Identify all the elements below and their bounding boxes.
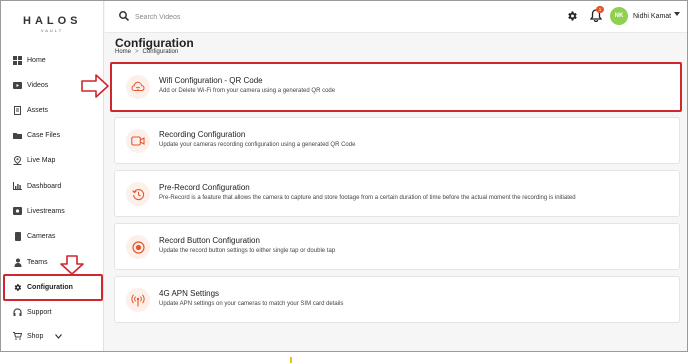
sidebar-item-label: Teams <box>27 258 48 266</box>
card-title: Recording Configuration <box>159 130 246 139</box>
page-title: Configuration <box>115 36 194 50</box>
top-bar: 1 NK Nidhi Kamat <box>105 1 687 33</box>
card-description: Pre-Record is a feature that allows the … <box>159 195 576 201</box>
annotation-arrow-right-icon <box>81 74 109 98</box>
caret-down-icon[interactable] <box>674 12 680 16</box>
notification-badge: 1 <box>596 6 604 13</box>
history-icon <box>126 182 150 206</box>
logo-text: HALOS <box>23 15 82 27</box>
sidebar-item-label: Dashboard <box>27 182 62 190</box>
camera-icon <box>13 231 22 241</box>
breadcrumb: Home > Configuration <box>115 49 178 55</box>
sidebar-item-label: Case Files <box>27 131 61 139</box>
sidebar-item-label: Shop <box>27 332 44 340</box>
sidebar-item-home[interactable]: Home <box>13 51 101 69</box>
card-4g-apn-settings[interactable]: 4G APN Settings Update APN settings on y… <box>114 276 680 323</box>
search-input[interactable] <box>135 10 335 24</box>
breadcrumb-separator: > <box>135 49 139 55</box>
card-description: Update APN settings on your cameras to m… <box>159 301 344 307</box>
chevron-down-icon[interactable] <box>55 333 63 339</box>
grid-icon <box>13 55 22 65</box>
card-pre-record-configuration[interactable]: Pre-Record Configuration Pre-Record is a… <box>114 170 680 217</box>
video-camera-icon <box>126 129 150 153</box>
document-icon <box>13 105 22 115</box>
cart-icon <box>13 332 22 340</box>
sidebar-item-case-files[interactable]: Case Files <box>13 126 101 144</box>
card-wifi-configuration[interactable]: Wifi Configuration - QR Code Add or Dele… <box>110 62 682 112</box>
logo[interactable]: HALOS VAULT <box>23 15 81 33</box>
annotation-arrow-down-icon <box>60 255 84 275</box>
sidebar-item-shop[interactable]: Shop <box>13 327 101 345</box>
folder-icon <box>13 131 22 139</box>
sidebar-item-livestreams[interactable]: Livestreams <box>13 202 101 220</box>
logo-subtext: VAULT <box>40 28 64 33</box>
sidebar-item-dashboard[interactable]: Dashboard <box>13 177 101 195</box>
map-icon <box>13 155 22 165</box>
card-description: Update the record button settings to eit… <box>159 248 336 254</box>
search-icon[interactable] <box>119 11 129 21</box>
sidebar-item-label: Support <box>27 308 52 316</box>
record-button-icon <box>126 235 150 259</box>
settings-gear-icon[interactable] <box>566 10 578 22</box>
sidebar-item-label: Home <box>27 56 46 64</box>
livestream-icon <box>13 207 22 215</box>
team-icon <box>13 258 22 267</box>
card-description: Update your cameras recording configurat… <box>159 142 356 148</box>
sidebar-item-label: Videos <box>27 81 49 89</box>
wifi-cloud-icon <box>126 75 150 99</box>
sidebar-item-label: Live Map <box>27 156 56 164</box>
highlight-box-configuration <box>3 274 103 301</box>
sidebar-item-teams[interactable]: Teams <box>13 253 101 271</box>
bar-chart-icon <box>13 182 22 190</box>
sidebar-item-label: Assets <box>27 106 49 114</box>
sidebar-item-label: Cameras <box>27 232 56 240</box>
sidebar-item-assets[interactable]: Assets <box>13 101 101 119</box>
sidebar-item-live-map[interactable]: Live Map <box>13 151 101 169</box>
card-title: Pre-Record Configuration <box>159 183 250 192</box>
app-window: HALOS VAULT Home Videos Assets Case File… <box>0 0 688 352</box>
avatar[interactable]: NK <box>610 7 628 25</box>
headset-icon <box>13 307 22 316</box>
breadcrumb-home[interactable]: Home <box>115 49 131 55</box>
sidebar-item-label: Livestreams <box>27 207 65 215</box>
sidebar-item-support[interactable]: Support <box>13 303 101 321</box>
card-recording-configuration[interactable]: Recording Configuration Update your came… <box>114 117 680 164</box>
sidebar-item-cameras[interactable]: Cameras <box>13 227 101 245</box>
card-title: Record Button Configuration <box>159 236 260 245</box>
video-icon <box>13 81 22 89</box>
cursor-mark <box>290 357 292 363</box>
card-record-button-configuration[interactable]: Record Button Configuration Update the r… <box>114 223 680 270</box>
card-title: Wifi Configuration - QR Code <box>159 76 263 85</box>
card-description: Add or Delete Wi-Fi from your camera usi… <box>159 88 336 94</box>
breadcrumb-current: Configuration <box>142 49 179 55</box>
antenna-icon <box>126 288 150 312</box>
user-name[interactable]: Nidhi Kamat <box>633 13 671 20</box>
card-title: 4G APN Settings <box>159 289 220 298</box>
